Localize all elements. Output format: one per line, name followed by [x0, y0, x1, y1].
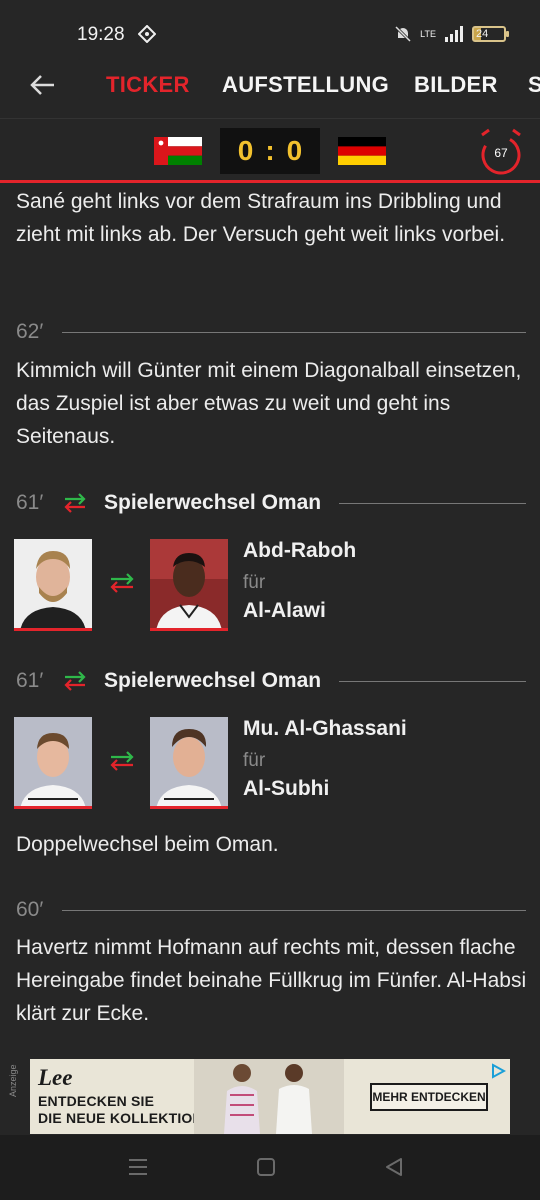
divider-line [339, 502, 526, 504]
for-label: für [243, 572, 266, 593]
player-avatar [150, 539, 228, 628]
player-avatar [150, 717, 228, 806]
player-avatar [14, 717, 92, 806]
tab-bar: TICKER AUFSTELLUNG BILDER S [0, 62, 540, 108]
player-out-photo[interactable] [150, 717, 228, 809]
player-out-photo[interactable] [150, 539, 228, 631]
back-button[interactable] [28, 70, 58, 100]
divider-line [62, 909, 526, 911]
status-time: 19:28 [77, 24, 125, 45]
battery-icon: 24 [472, 26, 509, 42]
ad-models-image [194, 1059, 344, 1134]
swap-arrows-icon [110, 751, 134, 771]
mute-icon [395, 25, 412, 43]
ticker-entry-text: Doppelwechsel beim Oman. [16, 833, 279, 856]
substitution-header: 61′ Spielerwechsel Oman [16, 488, 526, 518]
swap-arrows-icon [110, 573, 134, 593]
home-icon[interactable] [254, 1155, 278, 1179]
tab-aufstellung[interactable]: AUFSTELLUNG [222, 72, 389, 98]
player-out-name[interactable]: Al-Alawi [243, 599, 326, 623]
substitution-detail: Abd-Raboh für Al-Alawi [0, 539, 540, 635]
substitution-header: 61′ Spielerwechsel Oman [16, 666, 526, 696]
ad-brand-logo: Lee [38, 1065, 73, 1090]
germany-flag-icon [338, 137, 386, 165]
score-separator: : [265, 135, 275, 166]
player-avatar [14, 539, 92, 628]
sync-icon [137, 24, 157, 48]
ticker-entry-text: Havertz nimmt Hofmann auf rechts mit, de… [16, 936, 527, 1025]
player-in-name[interactable]: Mu. Al-Ghassani [243, 717, 407, 741]
ad-headline: ENTDECKEN SIE [38, 1093, 155, 1109]
substitution-title: Spielerwechsel Oman [104, 491, 322, 514]
ad-subline: DIE NEUE KOLLEKTION [38, 1110, 203, 1126]
tab-more[interactable]: S [528, 72, 540, 98]
divider-line [62, 331, 526, 333]
match-minute: 67 [494, 146, 508, 160]
for-label: für [243, 750, 266, 771]
substitution-detail: Mu. Al-Ghassani für Al-Subhi [0, 717, 540, 813]
player-out-name[interactable]: Al-Subhi [243, 777, 329, 801]
substitution-icon [64, 671, 86, 691]
ad-label: Anzeige [8, 1064, 18, 1097]
ticker-minute: 61′ [16, 491, 44, 514]
back-arrow-icon [30, 75, 54, 95]
match-clock: 67 [478, 127, 524, 177]
ticker-minute: 62′ [16, 320, 44, 343]
adchoices-icon[interactable] [490, 1063, 506, 1079]
home-score: 0 [237, 135, 254, 166]
ticker-minute: 61′ [16, 669, 44, 692]
advertisement: Anzeige Lee ENTDECKEN SIE DIE NEUE KOLLE… [0, 1059, 540, 1135]
status-icons: LTE 24 [394, 25, 509, 43]
player-in-photo[interactable] [14, 539, 92, 631]
network-label: LTE [420, 29, 436, 39]
signal-icon [445, 26, 463, 42]
battery-level: 24 [476, 28, 489, 40]
ticker-entry-text: Kimmich will Günter mit einem Diagonalba… [16, 359, 522, 448]
recent-apps-icon[interactable] [126, 1155, 150, 1179]
substitution-title: Spielerwechsel Oman [104, 669, 322, 692]
header-divider [0, 180, 540, 183]
ad-image [194, 1059, 344, 1134]
tab-ticker[interactable]: TICKER [106, 72, 190, 98]
substitution-icon [64, 493, 86, 513]
system-back-icon[interactable] [382, 1155, 406, 1179]
status-bar: 19:28 LTE 24 [0, 0, 540, 62]
match-header: 0 : 0 67 [0, 118, 540, 182]
ticker-minute-row: 60′ [16, 895, 526, 925]
ad-banner[interactable]: Lee ENTDECKEN SIE DIE NEUE KOLLEKTION ME… [30, 1059, 510, 1134]
ticker-entry-text: Sané geht links vor dem Strafraum ins Dr… [16, 190, 506, 246]
ticker-minute: 60′ [16, 898, 44, 921]
ticker-minute-row: 62′ [16, 317, 526, 347]
divider-line [339, 680, 526, 682]
ad-cta-button[interactable]: MEHR ENTDECKEN [370, 1083, 488, 1111]
player-in-photo[interactable] [14, 717, 92, 809]
tab-bilder[interactable]: BILDER [414, 72, 498, 98]
away-score: 0 [286, 135, 303, 166]
scoreboard: 0 : 0 [220, 128, 320, 174]
player-in-name[interactable]: Abd-Raboh [243, 539, 356, 563]
oman-flag-icon [154, 137, 202, 165]
system-navigation-bar [0, 1135, 540, 1200]
